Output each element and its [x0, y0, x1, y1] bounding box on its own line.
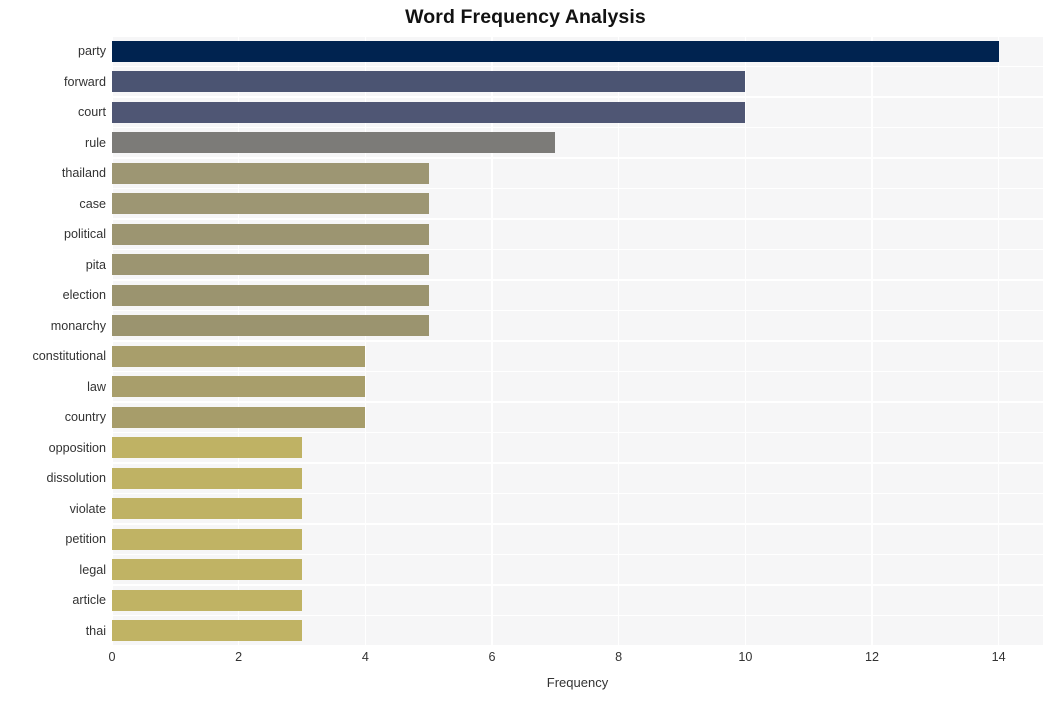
x-tick-label-14: 14	[991, 650, 1006, 664]
y-axis: party forward court rule thailand case politic…	[0, 36, 106, 646]
y-tick-label-case: case	[79, 196, 106, 211]
bar-court	[112, 101, 746, 123]
bar-case	[112, 193, 429, 215]
x-tick-label-8: 8	[615, 650, 623, 664]
y-tick-label-court: court	[78, 105, 106, 120]
y-tick-label-country: country	[64, 410, 106, 425]
y-tick-label-political: political	[64, 227, 106, 242]
gridline-y	[112, 218, 1043, 220]
bar-rule	[112, 132, 556, 154]
gridline-y	[112, 645, 1043, 646]
x-tick-label-4: 4	[361, 650, 369, 664]
gridline-y	[112, 431, 1043, 434]
gridline-y	[112, 96, 1043, 98]
bar-political	[112, 223, 429, 245]
y-tick-label-opposition: opposition	[48, 440, 106, 455]
y-tick-label-thai: thai	[85, 623, 106, 638]
bar-party	[112, 40, 999, 62]
gridline-y	[112, 614, 1043, 617]
gridline-y	[112, 523, 1043, 525]
y-tick-label-party: party	[78, 44, 106, 59]
gridline-y	[112, 553, 1043, 556]
bar-forward	[112, 71, 746, 93]
gridline-y	[112, 65, 1043, 68]
y-tick-label-legal: legal	[79, 562, 106, 577]
bar-thailand	[112, 162, 429, 184]
gridline-y	[112, 584, 1043, 586]
bar-country	[112, 406, 366, 428]
gridline-y	[112, 462, 1043, 464]
gridline-y	[112, 370, 1043, 373]
y-tick-label-violate: violate	[69, 501, 106, 516]
gridline-y	[112, 340, 1043, 342]
bar-thai	[112, 620, 302, 642]
y-tick-label-rule: rule	[85, 135, 106, 150]
y-tick-label-dissolution: dissolution	[46, 471, 106, 486]
bar-law	[112, 376, 366, 398]
bar-violate	[112, 498, 302, 520]
chart-title: Word Frequency Analysis	[405, 6, 646, 28]
x-tick-label-12: 12	[864, 650, 879, 664]
bar-monarchy	[112, 315, 429, 337]
gridline-y	[112, 126, 1043, 129]
y-tick-label-forward: forward	[64, 74, 106, 89]
bar-constitutional	[112, 345, 366, 367]
x-tick-label-0: 0	[108, 650, 116, 664]
bar-legal	[112, 559, 302, 581]
y-tick-label-thailand: thailand	[61, 166, 106, 181]
plot-area	[112, 36, 1043, 646]
y-tick-label-law: law	[87, 379, 106, 394]
y-tick-label-article: article	[72, 593, 106, 608]
y-tick-label-petition: petition	[65, 532, 106, 547]
gridline-y	[112, 36, 1043, 37]
bar-dissolution	[112, 467, 302, 489]
y-tick-label-monarchy: monarchy	[50, 318, 106, 333]
bar-election	[112, 284, 429, 306]
bar-pita	[112, 254, 429, 276]
bar-petition	[112, 528, 302, 550]
y-tick-label-pita: pita	[85, 257, 106, 272]
x-axis-title: Frequency	[546, 675, 609, 690]
gridline-y	[112, 187, 1043, 190]
x-tick-label-2: 2	[235, 650, 243, 664]
word-frequency-chart: Word Frequency Analysis party forward cour…	[0, 0, 1051, 701]
gridline-y	[112, 492, 1043, 495]
bar-article	[112, 589, 302, 611]
x-tick-label-6: 6	[488, 650, 496, 664]
bar-opposition	[112, 437, 302, 459]
y-tick-label-constitutional: constitutional	[32, 349, 106, 364]
x-tick-label-10: 10	[738, 650, 753, 664]
x-axis: 0 2 4 6 8 10 12 14	[0, 650, 1051, 672]
gridline-y	[112, 157, 1043, 159]
gridline-y	[112, 401, 1043, 403]
gridline-y	[112, 248, 1043, 251]
gridline-y	[112, 309, 1043, 312]
gridline-y	[112, 279, 1043, 281]
y-tick-label-election: election	[62, 288, 106, 303]
